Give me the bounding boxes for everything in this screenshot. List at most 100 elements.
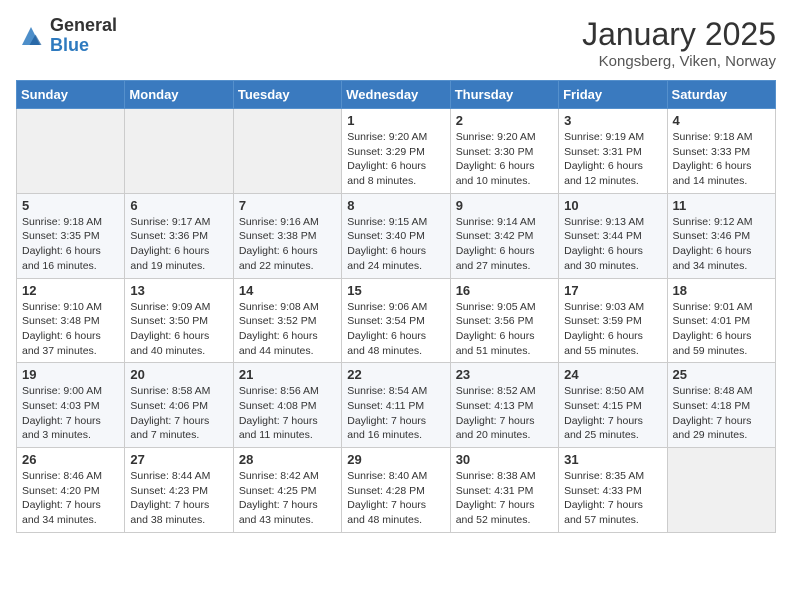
calendar-cell: 12 Sunrise: 9:10 AMSunset: 3:48 PMDayligh…: [17, 278, 125, 363]
day-info: Sunrise: 9:05 AMSunset: 3:56 PMDaylight:…: [456, 300, 553, 359]
day-number: 13: [130, 283, 227, 298]
calendar-cell: 10 Sunrise: 9:13 AMSunset: 3:44 PMDayligh…: [559, 193, 667, 278]
day-number: 3: [564, 113, 661, 128]
day-number: 7: [239, 198, 336, 213]
calendar-cell: 23 Sunrise: 8:52 AMSunset: 4:13 PMDayligh…: [450, 363, 558, 448]
day-info: Sunrise: 9:06 AMSunset: 3:54 PMDaylight:…: [347, 300, 444, 359]
calendar-table: SundayMondayTuesdayWednesdayThursdayFrid…: [16, 80, 776, 533]
day-info: Sunrise: 9:03 AMSunset: 3:59 PMDaylight:…: [564, 300, 661, 359]
weekday-header: Thursday: [450, 81, 558, 109]
calendar-cell: 28 Sunrise: 8:42 AMSunset: 4:25 PMDayligh…: [233, 448, 341, 533]
calendar-cell: 24 Sunrise: 8:50 AMSunset: 4:15 PMDayligh…: [559, 363, 667, 448]
day-number: 14: [239, 283, 336, 298]
day-number: 8: [347, 198, 444, 213]
weekday-header: Saturday: [667, 81, 775, 109]
day-number: 31: [564, 452, 661, 467]
calendar-cell: [233, 109, 341, 194]
title-block: January 2025 Kongsberg, Viken, Norway: [582, 16, 776, 70]
calendar-cell: 5Sunrise: 9:18 AMSunset: 3:35 PMDaylight…: [17, 193, 125, 278]
calendar-cell: 3 Sunrise: 9:19 AMSunset: 3:31 PMDaylight…: [559, 109, 667, 194]
day-number: 2: [456, 113, 553, 128]
day-number: 21: [239, 367, 336, 382]
day-number: 24: [564, 367, 661, 382]
day-info: Sunrise: 8:35 AMSunset: 4:33 PMDaylight:…: [564, 469, 661, 528]
calendar-cell: 16 Sunrise: 9:05 AMSunset: 3:56 PMDayligh…: [450, 278, 558, 363]
calendar-cell: 1 Sunrise: 9:20 AMSunset: 3:29 PMDaylight…: [342, 109, 450, 194]
day-info: Sunrise: 9:17 AMSunset: 3:36 PMDaylight:…: [130, 215, 227, 274]
calendar-cell: 29Sunrise: 8:40 AMSunset: 4:28 PMDayligh…: [342, 448, 450, 533]
day-info: Sunrise: 8:50 AMSunset: 4:15 PMDaylight:…: [564, 384, 661, 443]
calendar-cell: 22 Sunrise: 8:54 AMSunset: 4:11 PMDayligh…: [342, 363, 450, 448]
day-info: Sunrise: 9:20 AMSunset: 3:30 PMDaylight:…: [456, 130, 553, 189]
day-number: 30: [456, 452, 553, 467]
calendar-cell: 6 Sunrise: 9:17 AMSunset: 3:36 PMDaylight…: [125, 193, 233, 278]
day-number: 18: [673, 283, 770, 298]
calendar-cell: 13 Sunrise: 9:09 AMSunset: 3:50 PMDayligh…: [125, 278, 233, 363]
day-number: 10: [564, 198, 661, 213]
day-info: Sunrise: 8:42 AMSunset: 4:25 PMDaylight:…: [239, 469, 336, 528]
day-number: 28: [239, 452, 336, 467]
weekday-header: Wednesday: [342, 81, 450, 109]
day-number: 16: [456, 283, 553, 298]
weekday-header: Tuesday: [233, 81, 341, 109]
logo: General Blue: [16, 16, 117, 56]
day-number: 26: [22, 452, 119, 467]
day-number: 1: [347, 113, 444, 128]
calendar-cell: 21 Sunrise: 8:56 AMSunset: 4:08 PMDayligh…: [233, 363, 341, 448]
day-number: 25: [673, 367, 770, 382]
day-number: 6: [130, 198, 227, 213]
day-info: Sunrise: 8:54 AMSunset: 4:11 PMDaylight:…: [347, 384, 444, 443]
day-number: 23: [456, 367, 553, 382]
day-info: Sunrise: 9:19 AMSunset: 3:31 PMDaylight:…: [564, 130, 661, 189]
day-info: Sunrise: 9:12 AMSunset: 3:46 PMDaylight:…: [673, 215, 770, 274]
calendar-cell: 30Sunrise: 8:38 AMSunset: 4:31 PMDayligh…: [450, 448, 558, 533]
day-number: 29: [347, 452, 444, 467]
day-number: 20: [130, 367, 227, 382]
day-number: 11: [673, 198, 770, 213]
calendar-subtitle: Kongsberg, Viken, Norway: [582, 53, 776, 70]
calendar-cell: 4Sunrise: 9:18 AMSunset: 3:33 PMDaylight…: [667, 109, 775, 194]
calendar-cell: 11 Sunrise: 9:12 AMSunset: 3:46 PMDayligh…: [667, 193, 775, 278]
day-info: Sunrise: 9:13 AMSunset: 3:44 PMDaylight:…: [564, 215, 661, 274]
day-info: Sunrise: 8:56 AMSunset: 4:08 PMDaylight:…: [239, 384, 336, 443]
day-info: Sunrise: 9:00 AMSunset: 4:03 PMDaylight:…: [22, 384, 119, 443]
day-info: Sunrise: 8:48 AMSunset: 4:18 PMDaylight:…: [673, 384, 770, 443]
calendar-cell: 25 Sunrise: 8:48 AMSunset: 4:18 PMDayligh…: [667, 363, 775, 448]
day-info: Sunrise: 8:52 AMSunset: 4:13 PMDaylight:…: [456, 384, 553, 443]
day-number: 9: [456, 198, 553, 213]
day-info: Sunrise: 9:20 AMSunset: 3:29 PMDaylight:…: [347, 130, 444, 189]
weekday-header: Friday: [559, 81, 667, 109]
day-info: Sunrise: 9:10 AMSunset: 3:48 PMDaylight:…: [22, 300, 119, 359]
calendar-cell: [17, 109, 125, 194]
calendar-title: January 2025: [582, 16, 776, 53]
logo-general: General: [50, 16, 117, 36]
calendar-week-row: 5Sunrise: 9:18 AMSunset: 3:35 PMDaylight…: [17, 193, 776, 278]
weekday-header: Sunday: [17, 81, 125, 109]
logo-blue: Blue: [50, 36, 117, 56]
calendar-cell: 19 Sunrise: 9:00 AMSunset: 4:03 PMDayligh…: [17, 363, 125, 448]
day-info: Sunrise: 8:46 AMSunset: 4:20 PMDaylight:…: [22, 469, 119, 528]
calendar-cell: 20Sunrise: 8:58 AMSunset: 4:06 PMDayligh…: [125, 363, 233, 448]
logo-icon: [16, 21, 46, 51]
calendar-header-row: SundayMondayTuesdayWednesdayThursdayFrid…: [17, 81, 776, 109]
calendar-cell: [667, 448, 775, 533]
day-info: Sunrise: 9:18 AMSunset: 3:33 PMDaylight:…: [673, 130, 770, 189]
calendar-cell: 27Sunrise: 8:44 AMSunset: 4:23 PMDayligh…: [125, 448, 233, 533]
calendar-cell: 9 Sunrise: 9:14 AMSunset: 3:42 PMDaylight…: [450, 193, 558, 278]
day-number: 19: [22, 367, 119, 382]
day-info: Sunrise: 9:18 AMSunset: 3:35 PMDaylight:…: [22, 215, 119, 274]
day-number: 22: [347, 367, 444, 382]
calendar-cell: 2 Sunrise: 9:20 AMSunset: 3:30 PMDaylight…: [450, 109, 558, 194]
calendar-cell: 31 Sunrise: 8:35 AMSunset: 4:33 PMDayligh…: [559, 448, 667, 533]
logo-text: General Blue: [50, 16, 117, 56]
day-number: 12: [22, 283, 119, 298]
calendar-cell: 26 Sunrise: 8:46 AMSunset: 4:20 PMDayligh…: [17, 448, 125, 533]
calendar-week-row: 1 Sunrise: 9:20 AMSunset: 3:29 PMDaylight…: [17, 109, 776, 194]
calendar-cell: 15Sunrise: 9:06 AMSunset: 3:54 PMDayligh…: [342, 278, 450, 363]
calendar-cell: 18Sunrise: 9:01 AMSunset: 4:01 PMDayligh…: [667, 278, 775, 363]
day-info: Sunrise: 9:09 AMSunset: 3:50 PMDaylight:…: [130, 300, 227, 359]
calendar-week-row: 19 Sunrise: 9:00 AMSunset: 4:03 PMDayligh…: [17, 363, 776, 448]
day-info: Sunrise: 9:14 AMSunset: 3:42 PMDaylight:…: [456, 215, 553, 274]
calendar-week-row: 26 Sunrise: 8:46 AMSunset: 4:20 PMDayligh…: [17, 448, 776, 533]
calendar-week-row: 12 Sunrise: 9:10 AMSunset: 3:48 PMDayligh…: [17, 278, 776, 363]
